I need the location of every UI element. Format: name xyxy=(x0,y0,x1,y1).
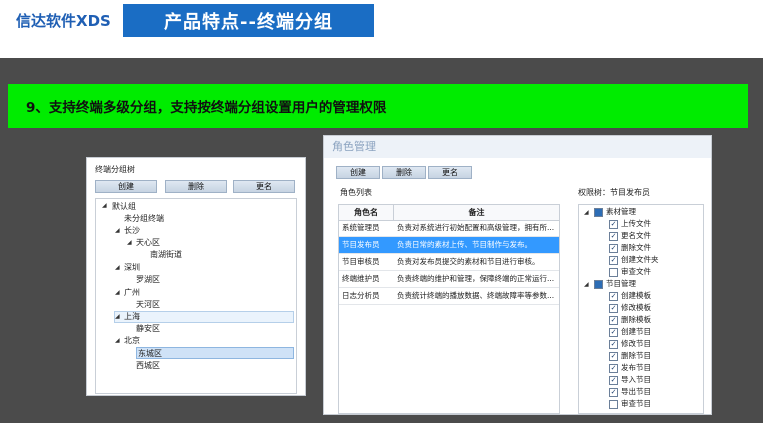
permission-label: 发布节目 xyxy=(621,363,651,372)
permission-label: 导出节目 xyxy=(621,387,651,396)
permission-label: 修改模板 xyxy=(621,303,651,312)
page-title: 产品特点--终端分组 xyxy=(123,4,374,37)
role-management-panel: 角色管理 创建 删除 更名 角色列表 权限树：节目发布员 角色名 备注 系统管理… xyxy=(323,135,712,415)
expand-arrow-icon[interactable]: ◢ xyxy=(115,264,120,271)
checkbox-checked[interactable]: ✓ xyxy=(609,328,618,337)
top-bar: 信达软件XDS 产品特点--终端分组 xyxy=(0,0,763,58)
column-header-note[interactable]: 备注 xyxy=(394,205,559,221)
checkbox-checked[interactable]: ✓ xyxy=(609,352,618,361)
role-note-cell: 负责对系统进行初始配置和高级管理，拥有所... xyxy=(397,223,555,232)
expand-arrow-icon[interactable]: ◢ xyxy=(115,337,120,344)
tree-node[interactable]: 静安区 xyxy=(136,323,160,334)
tree-node[interactable]: 深圳 xyxy=(124,262,140,273)
create-role-button[interactable]: 创建 xyxy=(336,166,380,179)
rename-role-button[interactable]: 更名 xyxy=(428,166,472,179)
tree-node[interactable]: 广州 xyxy=(124,287,140,298)
role-name-cell: 节目发布员 xyxy=(342,240,380,249)
expand-arrow-icon[interactable]: ◢ xyxy=(115,313,120,320)
tree-node[interactable]: 长沙 xyxy=(124,225,140,236)
permission-label: 审查节目 xyxy=(621,399,651,408)
permission-tree-title: 权限树：节目发布员 xyxy=(578,188,650,197)
role-name-cell: 系统管理员 xyxy=(342,223,380,232)
role-note-cell: 负责日常的素材上传、节目制作与发布。 xyxy=(397,240,532,249)
permission-label: 创建模板 xyxy=(621,291,651,300)
expand-arrow-icon[interactable]: ◢ xyxy=(115,227,120,234)
tree-node[interactable]: 天心区 xyxy=(136,237,160,248)
role-note-cell: 负责终端的维护和管理，保障终端的正常运行... xyxy=(397,274,555,283)
checkbox-checked[interactable]: ✓ xyxy=(609,364,618,373)
tree-hover-highlight xyxy=(114,311,294,323)
role-name-cell: 节目审核员 xyxy=(342,257,380,266)
permission-label: 导入节目 xyxy=(621,375,651,384)
tree-node[interactable]: 北京 xyxy=(124,335,140,346)
checkbox-checked[interactable]: ✓ xyxy=(609,292,618,301)
tree-node[interactable]: 罗湖区 xyxy=(136,274,160,285)
table-row[interactable]: 系统管理员 负责对系统进行初始配置和高级管理，拥有所... xyxy=(339,220,559,237)
permission-label: 删除节目 xyxy=(621,351,651,360)
table-row-selected[interactable]: 节目发布员 负责日常的素材上传、节目制作与发布。 xyxy=(339,237,559,254)
rename-group-button[interactable]: 更名 xyxy=(233,180,295,193)
create-group-button[interactable]: 创建 xyxy=(95,180,157,193)
tree-node[interactable]: 未分组终端 xyxy=(124,213,164,224)
partial-checkbox[interactable] xyxy=(594,280,603,289)
checkbox-checked[interactable]: ✓ xyxy=(609,256,618,265)
role-note-cell: 负责统计终端的播放数据、终端故障率等参数... xyxy=(397,291,555,300)
permission-label: 创建文件夹 xyxy=(621,255,659,264)
permission-label: 上传文件 xyxy=(621,219,651,228)
brand-logo-text: 信达软件XDS xyxy=(16,12,111,30)
permission-group-label: 节目管理 xyxy=(606,279,636,288)
checkbox-checked[interactable]: ✓ xyxy=(609,220,618,229)
terminal-group-tree-panel: 终端分组树 创建 删除 更名 ◢ 默认组 未分组终端 ◢ 长沙 ◢ 天心区 南湖… xyxy=(86,157,306,396)
expand-arrow-icon[interactable]: ◢ xyxy=(584,281,589,288)
role-list-title: 角色列表 xyxy=(340,188,372,197)
group-tree: ◢ 默认组 未分组终端 ◢ 长沙 ◢ 天心区 南湖街道 ◢ 深圳 罗湖区 ◢ 广… xyxy=(95,198,297,394)
permission-label: 删除模板 xyxy=(621,315,651,324)
panel-title: 角色管理 xyxy=(324,136,711,158)
table-row[interactable]: 节目审核员 负责对发布员提交的素材和节目进行审核。 xyxy=(339,254,559,271)
permission-label: 修改节目 xyxy=(621,339,651,348)
expand-arrow-icon[interactable]: ◢ xyxy=(127,239,132,246)
permission-tree: ◢ 素材管理 ✓ 上传文件 ✓ 更名文件 ✓ 删除文件 ✓ 创建文件夹 审查文件… xyxy=(578,204,704,414)
checkbox-unchecked[interactable] xyxy=(609,268,618,277)
delete-role-button[interactable]: 删除 xyxy=(382,166,426,179)
column-header-role-name[interactable]: 角色名 xyxy=(339,205,394,221)
permission-label: 创建节目 xyxy=(621,327,651,336)
checkbox-unchecked[interactable] xyxy=(609,400,618,409)
tree-node[interactable]: 上海 xyxy=(124,311,140,322)
permission-label: 审查文件 xyxy=(621,267,651,276)
checkbox-checked[interactable]: ✓ xyxy=(609,304,618,313)
expand-arrow-icon[interactable]: ◢ xyxy=(102,202,107,209)
checkbox-checked[interactable]: ✓ xyxy=(609,376,618,385)
table-row[interactable]: 日志分析员 负责统计终端的播放数据、终端故障率等参数... xyxy=(339,288,559,305)
panel-title: 终端分组树 xyxy=(95,165,135,174)
checkbox-checked[interactable]: ✓ xyxy=(609,340,618,349)
expand-arrow-icon[interactable]: ◢ xyxy=(584,209,589,216)
permission-label: 删除文件 xyxy=(621,243,651,252)
feature-description: 9、支持终端多级分组，支持按终端分组设置用户的管理权限 xyxy=(8,84,748,128)
delete-group-button[interactable]: 删除 xyxy=(165,180,227,193)
role-name-cell: 终端维护员 xyxy=(342,274,380,283)
role-name-cell: 日志分析员 xyxy=(342,291,380,300)
expand-arrow-icon[interactable]: ◢ xyxy=(115,289,120,296)
checkbox-checked[interactable]: ✓ xyxy=(609,232,618,241)
tree-node-selected[interactable]: 东城区 xyxy=(138,348,162,359)
permission-group-label: 素材管理 xyxy=(606,207,636,216)
tree-node[interactable]: 西城区 xyxy=(136,360,160,371)
partial-checkbox[interactable] xyxy=(594,208,603,217)
tree-node[interactable]: 默认组 xyxy=(112,201,136,212)
table-row[interactable]: 终端维护员 负责终端的维护和管理，保障终端的正常运行... xyxy=(339,271,559,288)
role-table: 角色名 备注 系统管理员 负责对系统进行初始配置和高级管理，拥有所... 节目发… xyxy=(338,204,560,414)
checkbox-checked[interactable]: ✓ xyxy=(609,244,618,253)
tree-node[interactable]: 南湖街道 xyxy=(150,249,182,260)
checkbox-checked[interactable]: ✓ xyxy=(609,388,618,397)
checkbox-checked[interactable]: ✓ xyxy=(609,316,618,325)
permission-label: 更名文件 xyxy=(621,231,651,240)
role-note-cell: 负责对发布员提交的素材和节目进行审核。 xyxy=(397,257,540,266)
tree-node[interactable]: 天河区 xyxy=(136,299,160,310)
